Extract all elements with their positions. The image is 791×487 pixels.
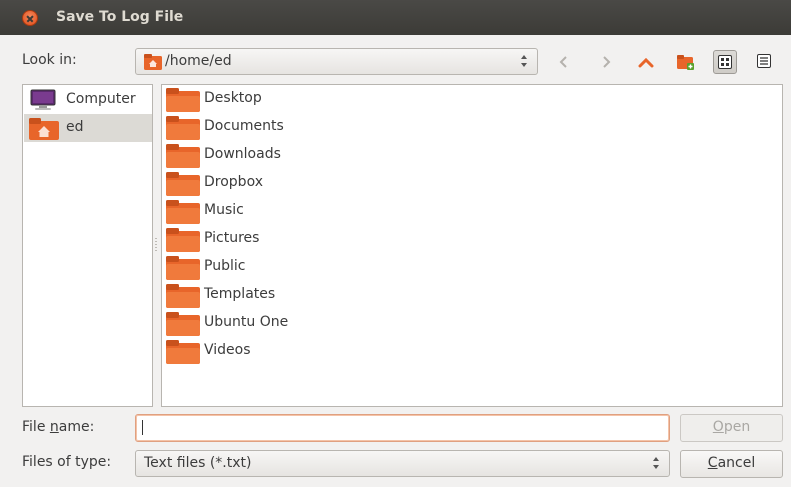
- file-name: Ubuntu One: [204, 314, 289, 330]
- files-of-type-label: Files of type:: [22, 454, 112, 470]
- places-sidebar: Computer ed: [22, 84, 153, 407]
- file-name: Videos: [204, 342, 251, 358]
- list-view-icon: [757, 54, 771, 68]
- grid-view-icon: [718, 55, 732, 69]
- list-item[interactable]: Dropbox: [166, 170, 466, 196]
- list-item[interactable]: Music: [166, 198, 466, 224]
- folder-icon: [166, 144, 200, 168]
- folder-icon: [166, 200, 200, 224]
- list-item[interactable]: Templates: [166, 282, 466, 308]
- file-name: Templates: [204, 286, 276, 302]
- files-of-type-combo[interactable]: Text files (*.txt): [135, 450, 670, 477]
- list-item[interactable]: Ubuntu One: [166, 310, 466, 336]
- label-text: ame:: [58, 419, 95, 435]
- button-mnemonic: O: [712, 419, 724, 435]
- folder-icon: [166, 312, 200, 336]
- sidebar-item-label: Computer: [66, 91, 136, 107]
- file-name-input[interactable]: [135, 414, 670, 442]
- text-caret: [142, 420, 143, 435]
- close-window-button[interactable]: [22, 10, 38, 26]
- look-in-path: /home/ed: [165, 53, 232, 69]
- look-in-label: Look in:: [22, 52, 77, 68]
- window-title: Save To Log File: [56, 9, 184, 25]
- file-name: Pictures: [204, 230, 260, 246]
- combo-arrows-icon: [521, 54, 529, 68]
- button-mnemonic: C: [707, 455, 718, 471]
- save-dialog: Save To Log File Look in: /home/ed Compu…: [0, 0, 791, 487]
- icon-view-toggle[interactable]: [713, 50, 737, 74]
- combo-arrows-icon: [653, 456, 661, 470]
- up-folder-button[interactable]: [634, 50, 658, 74]
- file-name: Dropbox: [204, 174, 263, 190]
- file-name: Public: [204, 258, 246, 274]
- chevron-right-icon: [603, 56, 611, 68]
- chevron-up-icon: [638, 57, 654, 68]
- button-label: pen: [723, 419, 751, 435]
- folder-icon: [166, 172, 200, 196]
- new-folder-icon: [677, 55, 694, 70]
- sidebar-item-computer[interactable]: Computer: [24, 86, 152, 114]
- list-item[interactable]: Desktop: [166, 86, 466, 112]
- folder-icon: [166, 88, 200, 112]
- pane-resize-handle[interactable]: [155, 238, 157, 252]
- folder-icon: [166, 116, 200, 140]
- cancel-button[interactable]: Cancel: [680, 450, 783, 478]
- folder-icon: [166, 340, 200, 364]
- list-item[interactable]: Documents: [166, 114, 466, 140]
- file-name: Downloads: [204, 146, 281, 162]
- back-button[interactable]: [552, 50, 576, 74]
- file-name-label: File name:: [22, 419, 94, 435]
- folder-icon: [166, 256, 200, 280]
- list-item[interactable]: Downloads: [166, 142, 466, 168]
- chevron-left-icon: [559, 56, 567, 68]
- file-list: Desktop Documents Downloads Dropbox Musi…: [161, 84, 783, 407]
- computer-icon: [30, 89, 56, 110]
- file-name: Music: [204, 202, 244, 218]
- list-item[interactable]: Pictures: [166, 226, 466, 252]
- new-folder-button[interactable]: [674, 50, 698, 74]
- button-label: ancel: [717, 455, 756, 471]
- forward-button[interactable]: [594, 50, 618, 74]
- files-of-type-value: Text files (*.txt): [144, 455, 252, 471]
- sidebar-item-home[interactable]: ed: [24, 114, 152, 142]
- open-button[interactable]: Open: [680, 414, 783, 442]
- folder-icon: [166, 284, 200, 308]
- home-folder-icon: [29, 118, 59, 140]
- sidebar-item-label: ed: [66, 119, 84, 135]
- list-item[interactable]: Videos: [166, 338, 466, 364]
- label-text: File: [22, 419, 50, 435]
- label-mnemonic: n: [49, 419, 59, 435]
- file-name: Desktop: [204, 90, 262, 106]
- title-bar: Save To Log File: [0, 0, 791, 35]
- home-folder-icon: [144, 54, 162, 70]
- folder-icon: [166, 228, 200, 252]
- file-name: Documents: [204, 118, 284, 134]
- list-item[interactable]: Public: [166, 254, 466, 280]
- look-in-combo[interactable]: /home/ed: [135, 48, 538, 75]
- list-view-toggle[interactable]: [753, 50, 777, 74]
